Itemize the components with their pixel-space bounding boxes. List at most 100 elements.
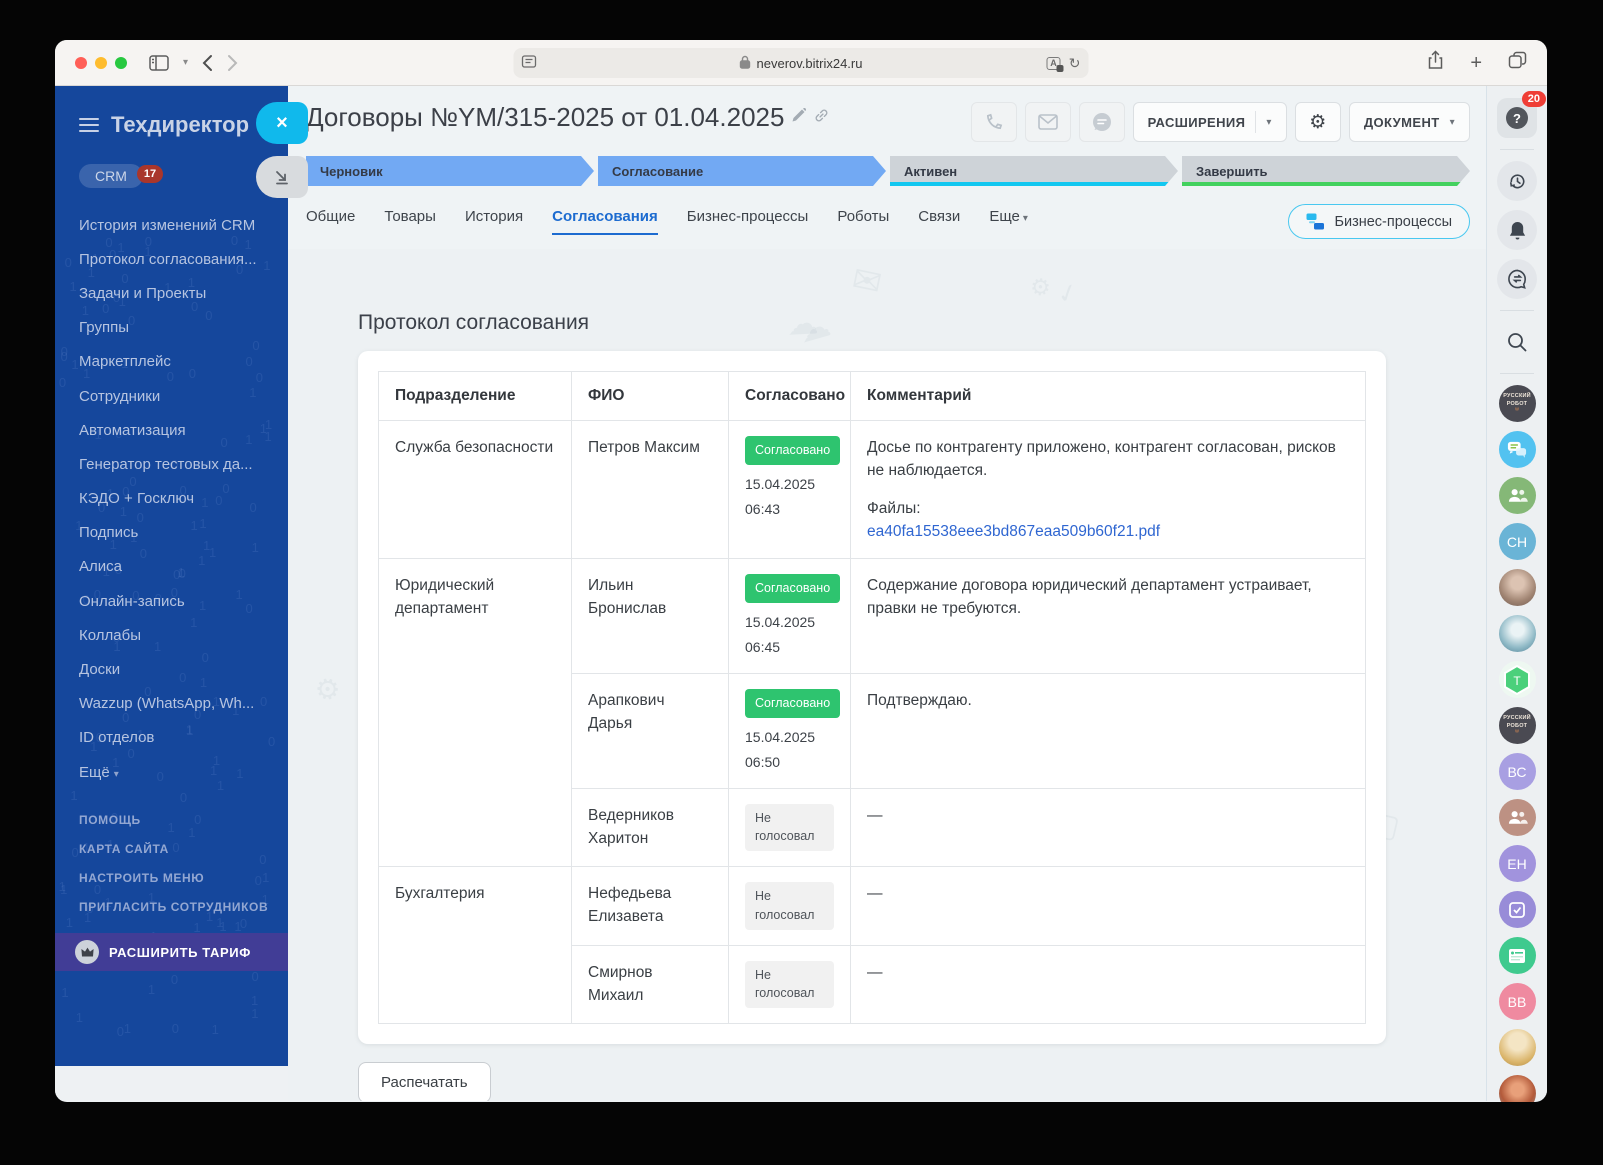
sidebar-item-9[interactable]: Подпись [79,516,278,550]
reload-icon[interactable]: ↻ [1069,55,1081,72]
call-button[interactable] [970,102,1017,142]
tab-бизнес-процессы[interactable]: Бизнес-процессы [687,208,809,235]
avatar-blonde[interactable] [1498,1029,1536,1066]
crm-pill[interactable]: CRM [79,164,143,188]
avatar-news[interactable] [1498,937,1536,974]
zoom-window-button[interactable] [115,56,127,69]
extensions-button[interactable]: РАСШИРЕНИЯ ▾ [1132,102,1287,142]
sidebar-item-6[interactable]: Автоматизация [79,413,278,447]
sidebar-item-11[interactable]: Онлайн-запись [79,584,278,618]
close-menu-button[interactable]: × [256,102,308,144]
history-icon[interactable] [1497,161,1537,201]
tab-общие[interactable]: Общие [306,208,355,235]
tab-история[interactable]: История [465,208,523,235]
sidebar-item-5[interactable]: Сотрудники [79,379,278,413]
extensions-caret-icon[interactable]: ▾ [1266,117,1271,128]
messenger-icon[interactable] [1497,259,1537,299]
url-text: neverov.bitrix24.ru [756,55,863,71]
avatar-russian-robot-2[interactable]: РУССКИЙ РОБОТ ᵂ [1498,707,1536,744]
copy-link-icon[interactable] [814,108,829,128]
translate-icon[interactable]: A [1046,56,1064,72]
sidebar-item-13[interactable]: Доски [79,652,278,686]
stage-1[interactable]: Согласование [598,156,886,186]
avatar-ch[interactable]: СН [1498,523,1536,560]
stage-0[interactable]: Черновик [306,156,594,186]
avatar-redhead[interactable] [1498,1075,1536,1102]
person-name-cell: Смирнов Михаил [571,944,729,1024]
edit-pencil-icon[interactable] [792,107,807,127]
chat-button[interactable] [1078,102,1125,142]
sidebar-item-0[interactable]: История изменений CRM [79,208,278,242]
sidebar-footer-item-0[interactable]: ПОМОЩЬ [79,805,278,834]
tab-согласования[interactable]: Согласования [552,208,658,235]
reader-view-icon[interactable] [521,55,537,71]
sidebar-item-4[interactable]: Маркетплейс [79,345,278,379]
address-bar[interactable]: neverov.bitrix24.ru A ↻ [513,48,1089,78]
tab-роботы[interactable]: Роботы [837,208,889,235]
new-tab-button[interactable]: + [1470,53,1482,73]
stage-3[interactable]: Завершить [1182,156,1470,186]
business-process-label: Бизнес-процессы [1334,213,1452,230]
file-link[interactable]: ea40fa15538eee3bd867eaa509b60f21.pdf [867,520,1160,543]
vote-time: 06:50 [745,753,781,770]
settings-gear-button[interactable]: ⚙ [1294,102,1341,142]
status-cell: Согласовано 15.04.2025 06:50 [728,672,851,789]
traffic-lights [75,56,127,69]
comment-cell: — [850,944,1366,1024]
tab-связи[interactable]: Связи [918,208,960,235]
sidebar-item-12[interactable]: Коллабы [79,618,278,652]
sidebar-item-14[interactable]: Wazzup (WhatsApp, Wh... [79,687,278,721]
comment-cell: — [850,866,1366,946]
sidebar-item-3[interactable]: Группы [79,311,278,345]
column-header-0: Подразделение [378,371,572,421]
person-name-cell: Ильин Бронислав [571,558,729,674]
sidebar-item-8[interactable]: КЭДО + Госключ [79,482,278,516]
minimize-window-button[interactable] [95,56,107,69]
avatar-photo-person[interactable] [1498,569,1536,606]
sidebar-item-15[interactable]: ID отделов [79,721,278,755]
close-window-button[interactable] [75,56,87,69]
sidebar-toggle-icon[interactable] [149,54,169,71]
upgrade-plan-button[interactable]: РАСШИРИТЬ ТАРИФ [55,933,288,972]
sidebar-item-10[interactable]: Алиса [79,550,278,584]
avatar-chat-app[interactable] [1498,431,1536,468]
stage-2[interactable]: Активен [890,156,1178,186]
email-button[interactable] [1024,102,1071,142]
avatar-bc[interactable]: ВС [1498,753,1536,790]
share-icon[interactable] [1427,50,1444,75]
comment-text: Досье по контрагенту приложено, контраге… [867,439,1336,480]
business-process-button[interactable]: Бизнес-процессы [1288,204,1470,239]
avatar-cat[interactable] [1498,615,1536,652]
sidebar-footer-item-3[interactable]: ПРИГЛАСИТЬ СОТРУДНИКОВ [79,892,278,921]
sidebar-item-1[interactable]: Протокол согласования... [79,242,278,276]
avatar-tasks[interactable] [1498,891,1536,928]
notifications-bell-icon[interactable] [1497,210,1537,250]
sidebar-item-2[interactable]: Задачи и Проекты [79,276,278,310]
avatar-russian-robot[interactable]: РУССКИЙ РОБОТ ᵂ [1498,385,1536,422]
help-button[interactable]: ? 20 [1497,91,1546,138]
browser-toolbar: ▾ neverov.bitrix24.ru A ↻ + [55,40,1547,86]
forward-button[interactable] [227,54,238,72]
tab-еще[interactable]: Еще ▾ [989,208,1028,235]
tab-товары[interactable]: Товары [384,208,436,235]
avatar-t-hexagon[interactable]: T [1498,661,1536,698]
avatar-bb[interactable]: ВВ [1498,983,1536,1020]
tab-overview-icon[interactable] [1508,51,1527,74]
toolbar-chevron-icon[interactable]: ▾ [183,57,188,68]
sidebar-item-7[interactable]: Генератор тестовых да... [79,447,278,481]
comment-text: — [867,806,883,824]
avatar-eh[interactable]: ЕН [1498,845,1536,882]
print-button[interactable]: Распечатать [358,1062,491,1101]
avatar-group-brown[interactable] [1498,799,1536,836]
collapse-menu-button[interactable] [256,156,308,198]
back-button[interactable] [202,54,213,72]
hamburger-menu-icon[interactable] [79,114,99,136]
sidebar-footer-item-1[interactable]: КАРТА САЙТА [79,834,278,863]
avatar-group-green[interactable] [1498,477,1536,514]
sidebar-item-16[interactable]: Ещё ▾ [79,755,278,789]
document-button[interactable]: ДОКУМЕНТ ▾ [1348,102,1470,142]
sidebar-footer-item-2[interactable]: НАСТРОИТЬ МЕНЮ [79,863,278,892]
svg-text:T: T [1513,674,1521,688]
column-header-2: Согласовано [728,371,851,421]
search-icon[interactable] [1497,322,1537,362]
